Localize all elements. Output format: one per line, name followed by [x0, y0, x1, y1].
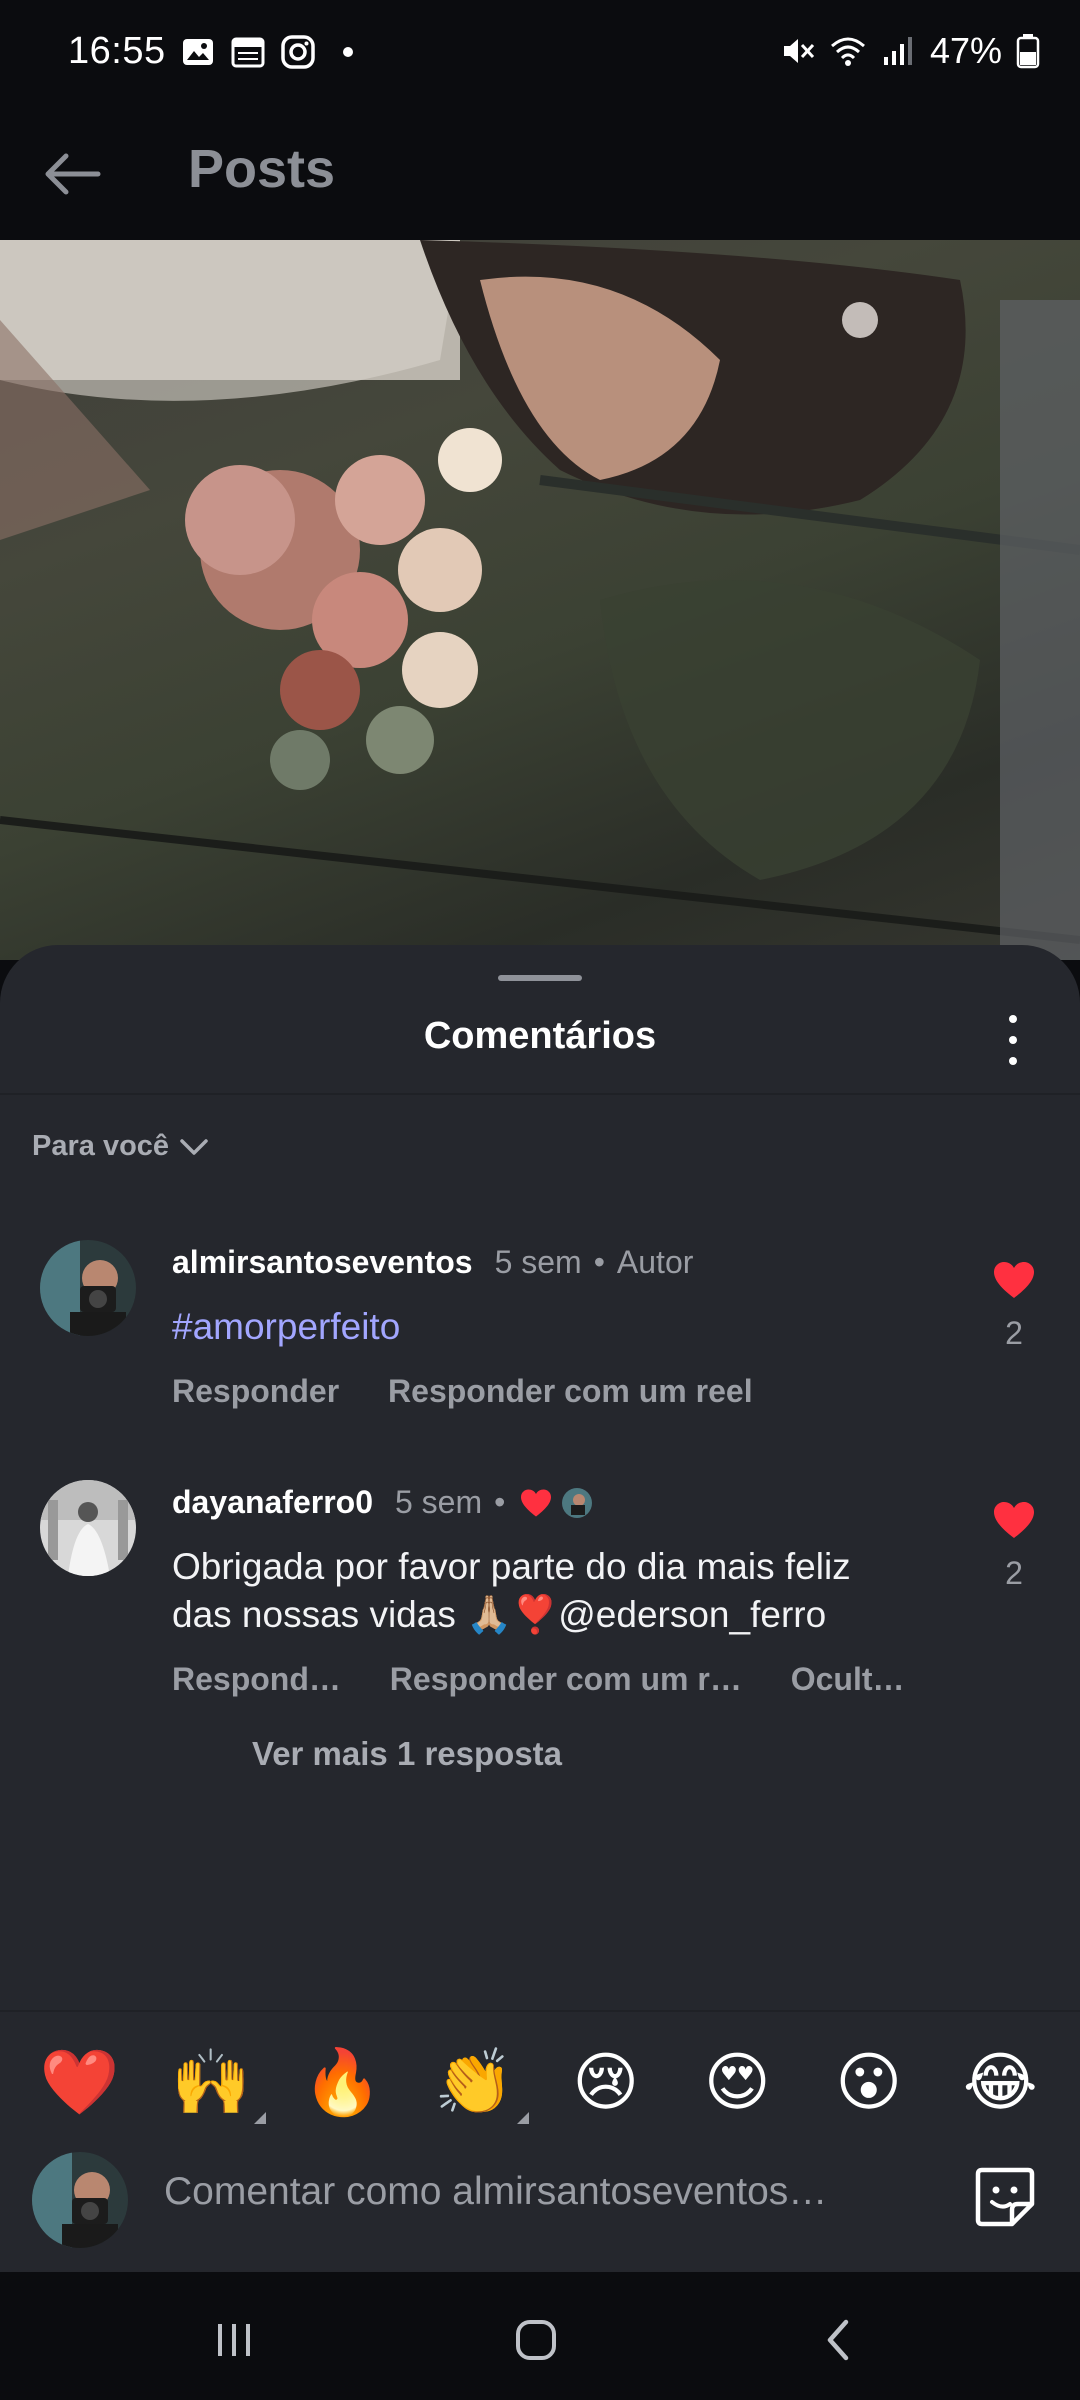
like-count: 2 [1005, 1315, 1023, 1351]
author-mini-avatar [562, 1487, 593, 1518]
status-bar: 16:55 47% [0, 0, 1080, 108]
battery-percent: 47% [929, 30, 1002, 71]
sheet-divider [0, 1093, 1080, 1095]
instagram-icon [281, 35, 315, 69]
meta-separator: • [593, 1244, 605, 1280]
system-nav-bar [0, 2272, 1080, 2400]
comment-hashtag[interactable]: #amorperfeito [172, 1303, 920, 1351]
chevron-down-icon [180, 1138, 208, 1155]
recent-apps-icon [218, 2324, 250, 2356]
like-area: 2 [984, 1500, 1044, 1592]
sticker-button[interactable] [972, 2164, 1038, 2230]
emoji-glyph: 👏 [434, 2045, 515, 2118]
emoji-glyph: 🙌 [171, 2045, 252, 2118]
meta-separator: • [494, 1484, 506, 1520]
home-icon [516, 2320, 556, 2360]
reply-button[interactable]: Responder [172, 1373, 339, 1409]
signal-icon [883, 37, 912, 65]
emoji-heart-eyes[interactable]: 😍 [682, 2045, 792, 2120]
recent-apps-button[interactable] [204, 2310, 264, 2370]
heart-filled-icon[interactable] [992, 1500, 1036, 1540]
like-area: 2 [984, 1260, 1044, 1352]
comment-composer: Comentar como almirsantoseventos… [0, 2140, 1080, 2272]
mute-icon [783, 39, 815, 63]
author-liked-heart-icon [521, 1489, 552, 1516]
status-left-icons [180, 34, 366, 70]
author-badge: Autor [616, 1244, 694, 1280]
reply-with-reel-button[interactable]: Responder com um r… [390, 1661, 742, 1697]
emoji-raised-hands[interactable]: 🙌 [156, 2045, 267, 2124]
wifi-icon [830, 37, 865, 66]
emoji-laughing[interactable]: 😂 [945, 2045, 1055, 2120]
comment-username[interactable]: dayanaferro0 [172, 1484, 373, 1521]
comment-username[interactable]: almirsantoseventos [172, 1244, 473, 1281]
calendar-icon [231, 37, 265, 68]
comment-text: Obrigada por favor parte do dia mais fel… [172, 1546, 851, 1635]
skin-tone-indicator [254, 2111, 267, 2124]
filter-dropdown[interactable]: Para você [32, 1130, 209, 1163]
sheet-title: Comentários [423, 1015, 657, 1057]
back-button[interactable] [36, 138, 108, 210]
emoji-fire[interactable]: 🔥 [288, 2045, 398, 2120]
status-right-icons: 47% [780, 30, 1040, 72]
emoji-clap[interactable]: 👏 [419, 2045, 530, 2124]
hide-button[interactable]: Ocult… [791, 1661, 905, 1697]
dot-icon [343, 47, 353, 57]
heart-filled-icon[interactable] [992, 1260, 1036, 1300]
app-header: Posts [0, 108, 1080, 240]
like-count: 2 [1005, 1555, 1023, 1591]
emoji-crying[interactable]: 😢 [551, 2045, 661, 2120]
comment-item: almirsantoseventos 5 sem • Autor #amorpe… [0, 1240, 1080, 1420]
back-nav-button[interactable] [808, 2310, 868, 2370]
view-more-replies[interactable]: Ver mais 1 resposta [252, 1735, 562, 1773]
avatar [32, 2152, 128, 2248]
comment-item: dayanaferro0 5 sem • Obrigada por favor … [0, 1480, 1080, 1740]
filter-label: Para você [32, 1130, 170, 1162]
emoji-quick-bar: ❤️ 🙌 🔥 👏 😢 😍 😮 😂 [0, 2012, 1080, 2152]
arrow-left-icon [45, 153, 101, 195]
reply-button[interactable]: Respond… [172, 1661, 341, 1697]
emoji-surprised[interactable]: 😮 [814, 2045, 924, 2120]
sticker-icon [975, 2167, 1035, 2227]
more-options-icon[interactable] [998, 1015, 1028, 1065]
photo-illustration [0, 240, 1080, 960]
post-photo[interactable] [0, 240, 1080, 960]
skin-tone-indicator [517, 2111, 530, 2124]
status-time: 16:55 [68, 30, 166, 72]
chevron-left-icon [827, 2319, 849, 2361]
avatar[interactable] [40, 1480, 136, 1576]
emoji-heart[interactable]: ❤️ [25, 2045, 135, 2120]
avatar[interactable] [40, 1240, 136, 1336]
comment-input[interactable]: Comentar como almirsantoseventos… [164, 2170, 827, 2214]
reply-with-reel-button[interactable]: Responder com um reel [388, 1373, 753, 1409]
drag-handle[interactable] [498, 975, 582, 981]
comment-age: 5 sem [494, 1244, 582, 1280]
comment-age: 5 sem [394, 1484, 483, 1520]
battery-icon [1016, 34, 1040, 69]
home-button[interactable] [506, 2310, 566, 2370]
page-title: Posts [188, 139, 336, 199]
gallery-icon [183, 39, 213, 65]
